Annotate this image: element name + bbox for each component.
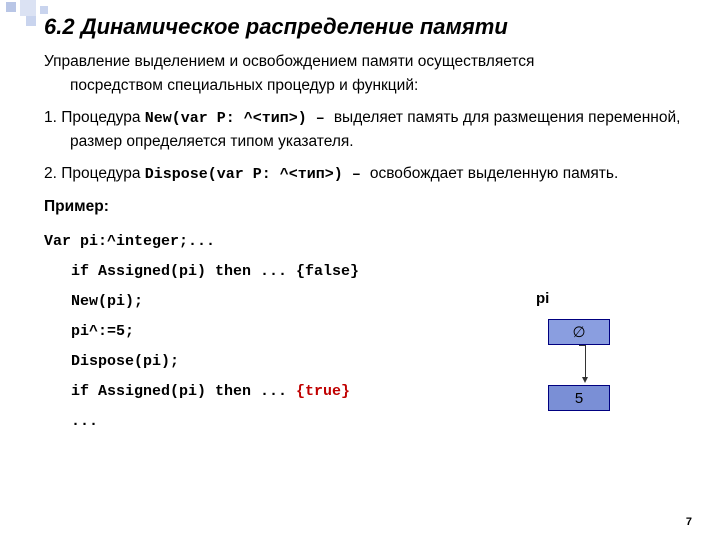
list-item-2: 2. Процедура Dispose(var P: ^<тип>) – ос… [44, 162, 692, 186]
item2-dash: – [343, 166, 370, 183]
section-title: 6.2 Динамическое распределение памяти [44, 14, 692, 40]
diagram-box-top: ∅ [548, 319, 610, 345]
pointer-diagram: pi ∅ 5 [530, 290, 660, 411]
code-l3: New(pi); [44, 293, 143, 310]
code-l4: pi^:=5; [44, 323, 134, 340]
code-l1a: Var pi:^integer; [44, 233, 188, 250]
item2-code: Dispose(var P: ^<тип>) [145, 166, 343, 183]
code-l1b: ... [188, 233, 215, 250]
code-l5: Dispose(pi); [44, 353, 179, 370]
intro-line2: посредством специальных процедур и функц… [70, 77, 418, 94]
item1-prefix: 1. Процедура [44, 109, 145, 126]
code-l7: ... [44, 413, 98, 430]
diagram-arrow [548, 345, 610, 385]
code-l2-false: {false} [296, 263, 359, 280]
code-l2: if Assigned(pi) then ... [44, 263, 296, 280]
item2-prefix: 2. Процедура [44, 165, 145, 182]
diagram-top-value: ∅ [572, 323, 585, 341]
corner-decoration [0, 0, 60, 24]
item1-dash: – [307, 110, 334, 127]
page-number: 7 [686, 516, 692, 528]
item1-code: New(var P: ^<тип>) [145, 110, 307, 127]
item2-rest: освобождает выделенную память. [370, 165, 618, 182]
diagram-label: pi [536, 290, 660, 307]
diagram-box-bottom: 5 [548, 385, 610, 411]
code-l6: if Assigned(pi) then ... [44, 383, 296, 400]
list-item-1: 1. Процедура New(var P: ^<тип>) – выделя… [44, 106, 692, 154]
intro-line1: Управление выделением и освобождением па… [44, 53, 534, 70]
example-label: Пример: [44, 195, 692, 219]
intro-paragraph: Управление выделением и освобождением па… [44, 50, 692, 98]
code-l6-true: {true} [296, 383, 350, 400]
diagram-bottom-value: 5 [575, 390, 583, 407]
